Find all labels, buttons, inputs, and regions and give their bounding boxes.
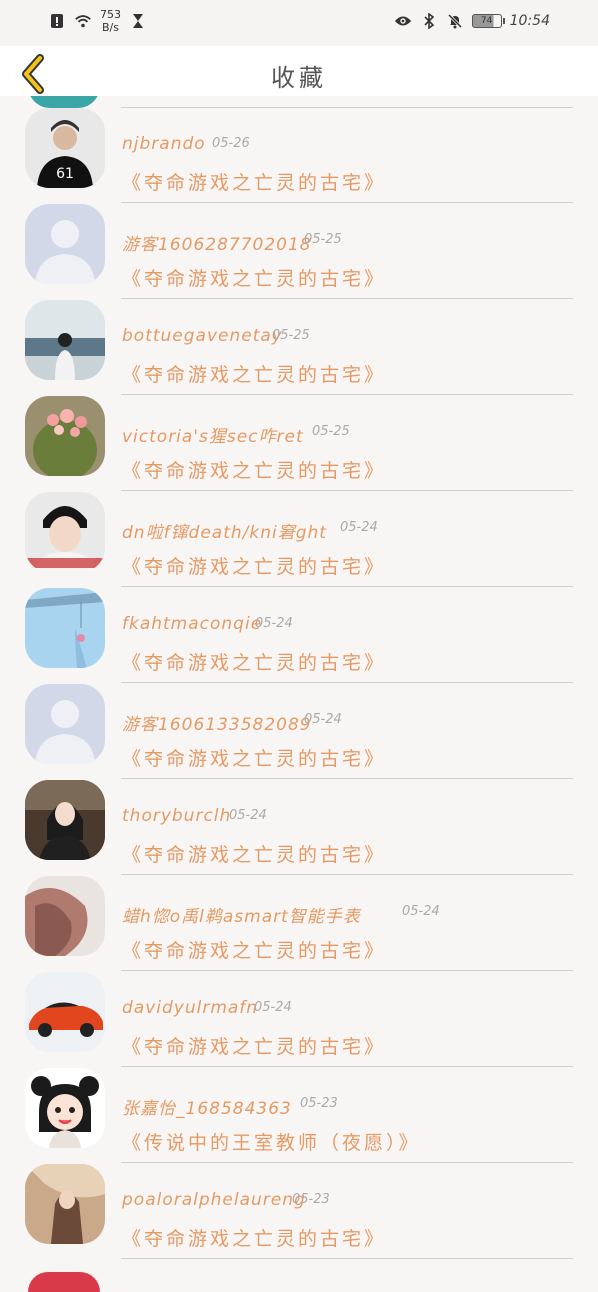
username[interactable]: bottuegavenetay <box>122 326 283 346</box>
book-title[interactable]: 《夺命游戏之亡灵的古宅》 <box>122 264 386 291</box>
book-title[interactable]: 《夺命游戏之亡灵的古宅》 <box>122 648 386 675</box>
list-item[interactable]: victoria's猩sec咋ret 05-25 《夺命游戏之亡灵的古宅》 <box>0 384 598 491</box>
book-title[interactable]: 《传说中的王室教师（夜愿）》 <box>122 1128 421 1155</box>
list-item[interactable]: 61 njbrando 05-26 《夺命游戏之亡灵的古宅》 <box>0 96 598 203</box>
avatar <box>25 300 105 380</box>
date: 05-24 <box>304 712 342 727</box>
username[interactable]: 蜡h惚o禹l鹈asmart智能手表 <box>122 902 361 927</box>
date: 05-25 <box>272 328 310 343</box>
date: 05-24 <box>340 520 378 535</box>
avatar <box>25 1068 105 1148</box>
username[interactable]: dn啦f镩death/kni窘ght <box>122 518 327 543</box>
list-item[interactable]: poaloralphelaureng 05-23 《夺命游戏之亡灵的古宅》 <box>0 1152 598 1259</box>
avatar-partial <box>28 1272 100 1292</box>
hourglass-icon <box>129 12 147 30</box>
book-title[interactable]: 《夺命游戏之亡灵的古宅》 <box>122 168 386 195</box>
default-avatar-icon <box>25 684 105 764</box>
date: 05-24 <box>229 808 267 823</box>
clock: 10:54 <box>509 13 550 29</box>
book-title[interactable]: 《夺命游戏之亡灵的古宅》 <box>122 552 386 579</box>
username[interactable]: fkahtmaconqie <box>122 614 262 634</box>
book-title[interactable]: 《夺命游戏之亡灵的古宅》 <box>122 1224 386 1251</box>
username[interactable]: 游客1606287702018 <box>122 230 312 255</box>
wifi-icon <box>74 12 92 30</box>
avatar <box>25 876 105 956</box>
book-title[interactable]: 《夺命游戏之亡灵的古宅》 <box>122 744 386 771</box>
book-title[interactable]: 《夺命游戏之亡灵的古宅》 <box>122 456 386 483</box>
date: 05-24 <box>402 904 440 919</box>
avatar <box>25 780 105 860</box>
list-item[interactable]: 游客1606133582089 05-24 《夺命游戏之亡灵的古宅》 <box>0 672 598 779</box>
username[interactable]: victoria's猩sec咋ret <box>122 422 304 447</box>
list-item[interactable]: 张嘉怡_168584363 05-23 《传说中的王室教师（夜愿）》 <box>0 1056 598 1163</box>
mute-bell-icon <box>446 12 464 30</box>
list-item[interactable]: bottuegavenetay 05-25 《夺命游戏之亡灵的古宅》 <box>0 288 598 395</box>
list-item[interactable]: dn啦f镩death/kni窘ght 05-24 《夺命游戏之亡灵的古宅》 <box>0 480 598 587</box>
date: 05-26 <box>212 136 250 151</box>
username[interactable]: 张嘉怡_168584363 <box>122 1094 292 1119</box>
eye-icon <box>394 12 412 30</box>
list-item[interactable]: fkahtmaconqie 05-24 《夺命游戏之亡灵的古宅》 <box>0 576 598 683</box>
username[interactable]: davidyulrmafn <box>122 998 258 1018</box>
net-speed: 753 B/s <box>100 8 121 34</box>
svg-text:61: 61 <box>56 166 74 182</box>
date: 05-23 <box>300 1096 338 1111</box>
list-item[interactable]: 游客1606287702018 05-25 《夺命游戏之亡灵的古宅》 <box>0 192 598 299</box>
list-item[interactable]: davidyulrmafn 05-24 《夺命游戏之亡灵的古宅》 <box>0 960 598 1067</box>
avatar: 61 <box>25 108 105 188</box>
avatar <box>25 972 105 1052</box>
default-avatar-icon <box>25 204 105 284</box>
date: 05-24 <box>254 1000 292 1015</box>
username[interactable]: 游客1606133582089 <box>122 710 312 735</box>
date: 05-25 <box>312 424 350 439</box>
username[interactable]: poaloralphelaureng <box>122 1190 306 1210</box>
book-title[interactable]: 《夺命游戏之亡灵的古宅》 <box>122 840 386 867</box>
list-item[interactable]: 蜡h惚o禹l鹈asmart智能手表 05-24 《夺命游戏之亡灵的古宅》 <box>0 864 598 971</box>
status-bar: 753 B/s 74 10:54 <box>0 0 598 46</box>
date: 05-24 <box>255 616 293 631</box>
book-title[interactable]: 《夺命游戏之亡灵的古宅》 <box>122 1032 386 1059</box>
avatar <box>25 492 105 572</box>
date: 05-25 <box>304 232 342 247</box>
divider <box>121 1258 573 1259</box>
avatar <box>25 1164 105 1244</box>
book-title[interactable]: 《夺命游戏之亡灵的古宅》 <box>122 360 386 387</box>
username[interactable]: thoryburclh <box>122 806 231 826</box>
date: 05-23 <box>292 1192 330 1207</box>
bluetooth-icon <box>420 12 438 30</box>
list-item[interactable]: thoryburclh 05-24 《夺命游戏之亡灵的古宅》 <box>0 768 598 875</box>
page-title: 收藏 <box>271 64 327 92</box>
avatar <box>25 396 105 476</box>
book-title[interactable]: 《夺命游戏之亡灵的古宅》 <box>122 936 386 963</box>
username[interactable]: njbrando <box>122 134 206 154</box>
battery-indicator: 74 <box>471 14 505 28</box>
avatar <box>25 588 105 668</box>
app-header: 收藏 <box>0 46 598 96</box>
alert-icon <box>48 12 66 30</box>
